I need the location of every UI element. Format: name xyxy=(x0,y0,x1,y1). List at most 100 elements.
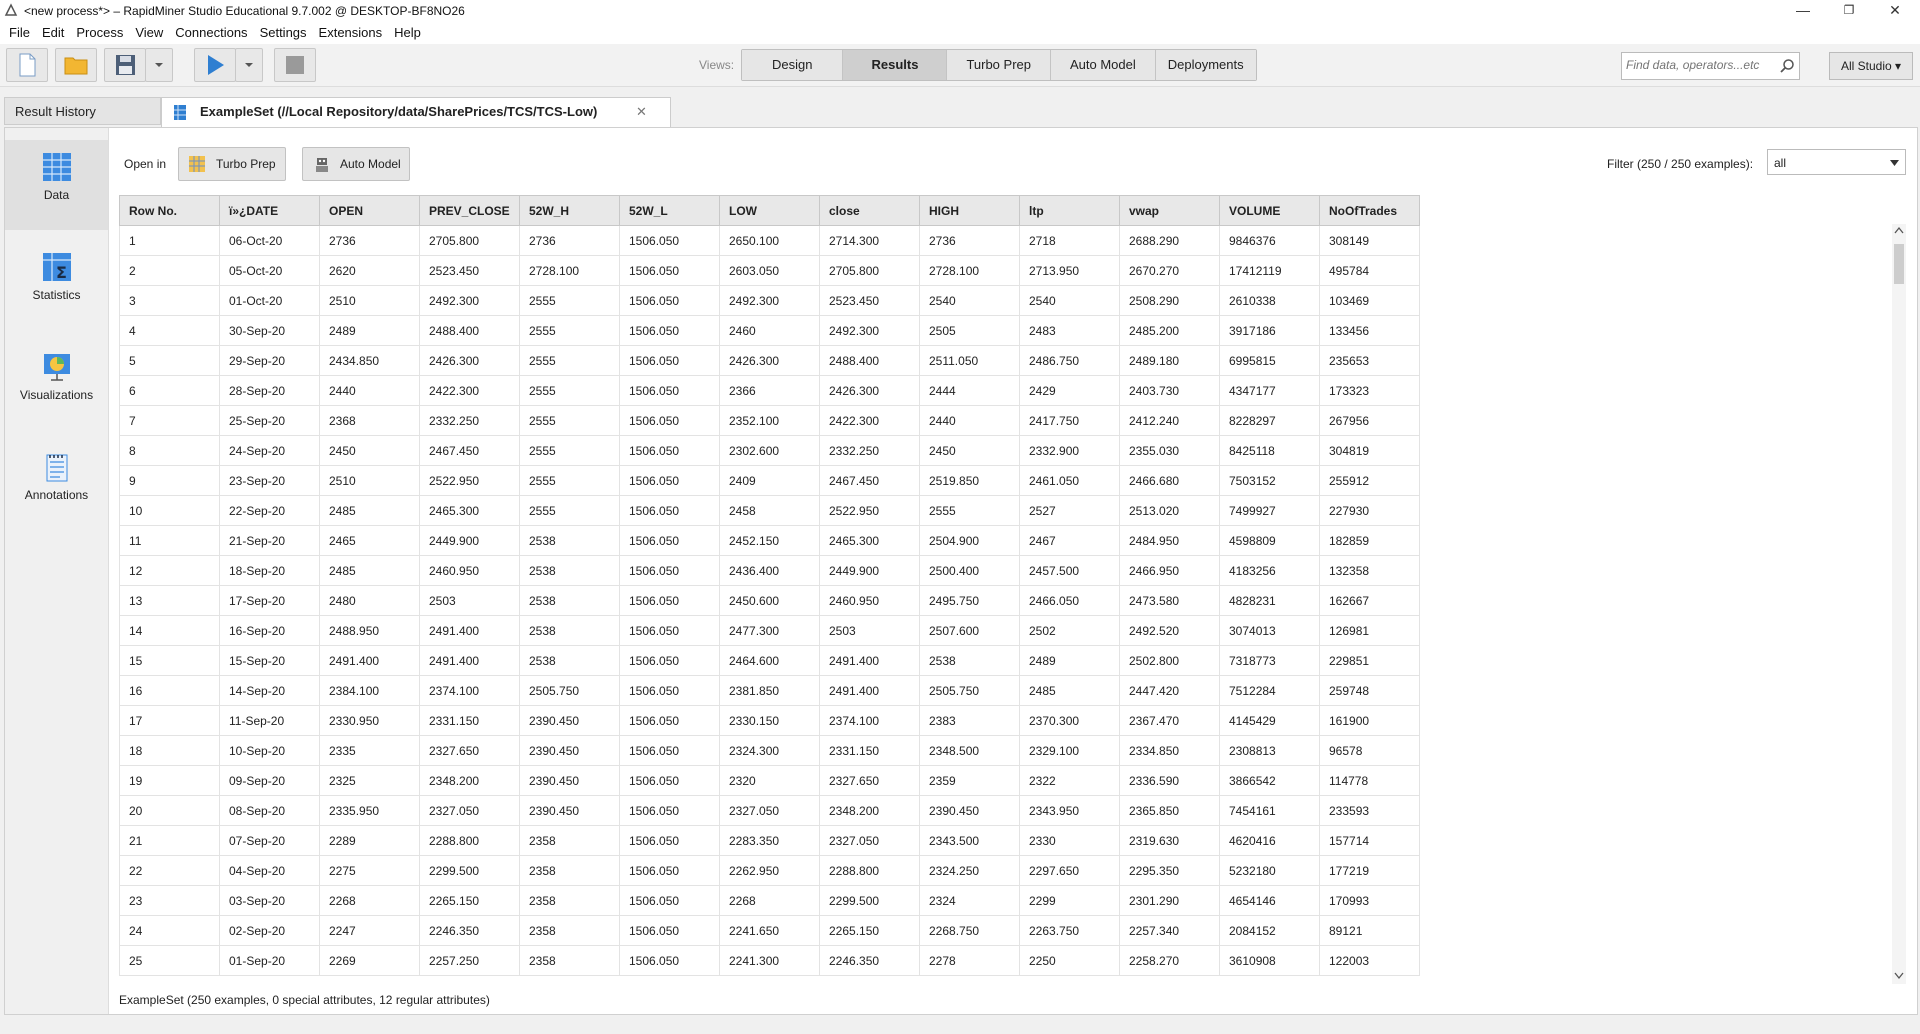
menu-extensions[interactable]: Extensions xyxy=(313,22,389,44)
table-cell: 2460.950 xyxy=(819,585,920,616)
scrollbar-thumb[interactable] xyxy=(1894,244,1904,284)
sidebar-item-statistics[interactable]: Σ Statistics xyxy=(5,240,108,330)
sidebar-item-visualizations[interactable]: Visualizations xyxy=(5,340,108,430)
search-icon[interactable] xyxy=(1779,58,1795,74)
vertical-scrollbar[interactable] xyxy=(1892,224,1906,984)
table-cell: 9 xyxy=(119,465,220,496)
column-header[interactable]: ltp xyxy=(1019,195,1120,226)
table-row[interactable]: 23 03-Sep-20 2268 2265.150 2358 1506.050 2268 2… xyxy=(119,885,1420,916)
column-header[interactable]: vwap xyxy=(1119,195,1220,226)
table-row[interactable]: 17 11-Sep-20 2330.950 2331.150 2390.450 1506.… xyxy=(119,705,1420,736)
table-cell: 2241.650 xyxy=(719,915,820,946)
view-tab-results[interactable]: Results xyxy=(843,50,948,80)
menu-process[interactable]: Process xyxy=(70,22,129,44)
view-tab-auto-model[interactable]: Auto Model xyxy=(1051,50,1156,80)
open-in-auto-model-button[interactable]: Auto Model xyxy=(302,147,410,181)
column-header[interactable]: OPEN xyxy=(319,195,420,226)
minimize-button[interactable]: — xyxy=(1780,0,1826,22)
table-row[interactable]: 14 16-Sep-20 2488.950 2491.400 2538 1506.050 2… xyxy=(119,615,1420,646)
table-cell: 2422.300 xyxy=(419,375,520,406)
column-header[interactable]: close xyxy=(819,195,920,226)
table-row[interactable]: 20 08-Sep-20 2335.950 2327.050 2390.450 1506.… xyxy=(119,795,1420,826)
scroll-up-icon[interactable] xyxy=(1894,226,1904,234)
column-header[interactable]: PREV_CLOSE xyxy=(419,195,520,226)
table-cell: 30-Sep-20 xyxy=(219,315,320,346)
sidebar-item-data[interactable]: Data xyxy=(5,140,108,230)
search-scope-dropdown[interactable]: All Studio ▾ xyxy=(1829,52,1913,80)
view-tab-design[interactable]: Design xyxy=(742,50,844,80)
table-row[interactable]: 16 14-Sep-20 2384.100 2374.100 2505.750 1506.… xyxy=(119,675,1420,706)
open-process-button[interactable] xyxy=(55,48,97,82)
save-process-button[interactable] xyxy=(104,48,146,82)
table-row[interactable]: 21 07-Sep-20 2289 2288.800 2358 1506.050 2283.… xyxy=(119,825,1420,856)
table-cell: 7454161 xyxy=(1219,795,1320,826)
table-cell: 2262.950 xyxy=(719,855,820,886)
restore-button[interactable]: ❐ xyxy=(1826,0,1872,22)
run-process-button[interactable] xyxy=(194,48,236,82)
table-row[interactable]: 13 17-Sep-20 2480 2503 2538 1506.050 2450.600 2… xyxy=(119,585,1420,616)
menu-help[interactable]: Help xyxy=(388,22,427,44)
save-options-dropdown[interactable] xyxy=(145,48,173,82)
column-header[interactable]: LOW xyxy=(719,195,820,226)
column-header[interactable]: 52W_H xyxy=(519,195,620,226)
stop-process-button[interactable] xyxy=(274,48,316,82)
table-row[interactable]: 10 22-Sep-20 2485 2465.300 2555 1506.050 2458 2… xyxy=(119,495,1420,526)
table-cell: 2555 xyxy=(919,495,1020,526)
table-row[interactable]: 22 04-Sep-20 2275 2299.500 2358 1506.050 2262.… xyxy=(119,855,1420,886)
table-cell: 2491.400 xyxy=(319,645,420,676)
column-header[interactable]: HIGH xyxy=(919,195,1020,226)
table-cell: 2452.150 xyxy=(719,525,820,556)
table-row[interactable]: 8 24-Sep-20 2450 2467.450 2555 1506.050 2302.6… xyxy=(119,435,1420,466)
tab-exampleset[interactable]: ExampleSet (//Local Repository/data/Shar… xyxy=(161,97,671,127)
close-window-button[interactable]: ✕ xyxy=(1872,0,1918,22)
table-cell: 161900 xyxy=(1319,705,1420,736)
table-cell: 1506.050 xyxy=(619,525,720,556)
table-cell: 2390.450 xyxy=(519,735,620,766)
tab-result-history[interactable]: Result History xyxy=(4,97,161,125)
menu-settings[interactable]: Settings xyxy=(254,22,313,44)
table-cell: 2299.500 xyxy=(419,855,520,886)
column-header[interactable]: ï»¿DATE xyxy=(219,195,320,226)
table-row[interactable]: 12 18-Sep-20 2485 2460.950 2538 1506.050 2436.… xyxy=(119,555,1420,586)
table-row[interactable]: 18 10-Sep-20 2335 2327.650 2390.450 1506.050 2… xyxy=(119,735,1420,766)
table-row[interactable]: 2 05-Oct-20 2620 2523.450 2728.100 1506.050 26… xyxy=(119,255,1420,286)
table-row[interactable]: 6 28-Sep-20 2440 2422.300 2555 1506.050 2366 24… xyxy=(119,375,1420,406)
menu-bar: File Edit Process View Connections Settings Ex… xyxy=(0,22,1920,44)
table-row[interactable]: 9 23-Sep-20 2510 2522.950 2555 1506.050 2409 24… xyxy=(119,465,1420,496)
sidebar-item-annotations[interactable]: Annotations xyxy=(5,440,108,530)
table-cell: 1506.050 xyxy=(619,225,720,256)
table-cell: 02-Sep-20 xyxy=(219,915,320,946)
column-header[interactable]: 52W_L xyxy=(619,195,720,226)
run-options-dropdown[interactable] xyxy=(235,48,263,82)
column-header[interactable]: Row No. xyxy=(119,195,220,226)
table-row[interactable]: 11 21-Sep-20 2465 2449.900 2538 1506.050 2452.… xyxy=(119,525,1420,556)
table-row[interactable]: 19 09-Sep-20 2325 2348.200 2390.450 1506.050 2… xyxy=(119,765,1420,796)
table-row[interactable]: 4 30-Sep-20 2489 2488.400 2555 1506.050 2460 24… xyxy=(119,315,1420,346)
filter-select[interactable]: all xyxy=(1767,149,1906,175)
new-process-button[interactable] xyxy=(6,48,48,82)
scroll-down-icon[interactable] xyxy=(1894,972,1904,980)
table-row[interactable]: 25 01-Sep-20 2269 2257.250 2358 1506.050 2241.… xyxy=(119,945,1420,976)
table-cell: 2480 xyxy=(319,585,420,616)
table-row[interactable]: 1 06-Oct-20 2736 2705.800 2736 1506.050 2650.1… xyxy=(119,225,1420,256)
table-cell: 2374.100 xyxy=(419,675,520,706)
open-in-turbo-prep-button[interactable]: Turbo Prep xyxy=(178,147,286,181)
table-row[interactable]: 7 25-Sep-20 2368 2332.250 2555 1506.050 2352.1… xyxy=(119,405,1420,436)
menu-connections[interactable]: Connections xyxy=(169,22,253,44)
menu-edit[interactable]: Edit xyxy=(36,22,70,44)
column-header[interactable]: NoOfTrades xyxy=(1319,195,1420,226)
view-tab-turbo-prep[interactable]: Turbo Prep xyxy=(947,50,1051,80)
table-row[interactable]: 15 15-Sep-20 2491.400 2491.400 2538 1506.050 2… xyxy=(119,645,1420,676)
table-row[interactable]: 24 02-Sep-20 2247 2246.350 2358 1506.050 2241.… xyxy=(119,915,1420,946)
close-tab-icon[interactable]: ✕ xyxy=(636,98,647,126)
menu-file[interactable]: File xyxy=(3,22,36,44)
global-search-input[interactable] xyxy=(1622,53,1780,77)
view-tab-deployments[interactable]: Deployments xyxy=(1155,50,1256,80)
table-cell: 2370.300 xyxy=(1019,705,1120,736)
column-header[interactable]: VOLUME xyxy=(1219,195,1320,226)
table-row[interactable]: 3 01-Oct-20 2510 2492.300 2555 1506.050 2492.3… xyxy=(119,285,1420,316)
table-row[interactable]: 5 29-Sep-20 2434.850 2426.300 2555 1506.050 24… xyxy=(119,345,1420,376)
table-cell: 2460 xyxy=(719,315,820,346)
table-cell: 2502.800 xyxy=(1119,645,1220,676)
menu-view[interactable]: View xyxy=(129,22,169,44)
